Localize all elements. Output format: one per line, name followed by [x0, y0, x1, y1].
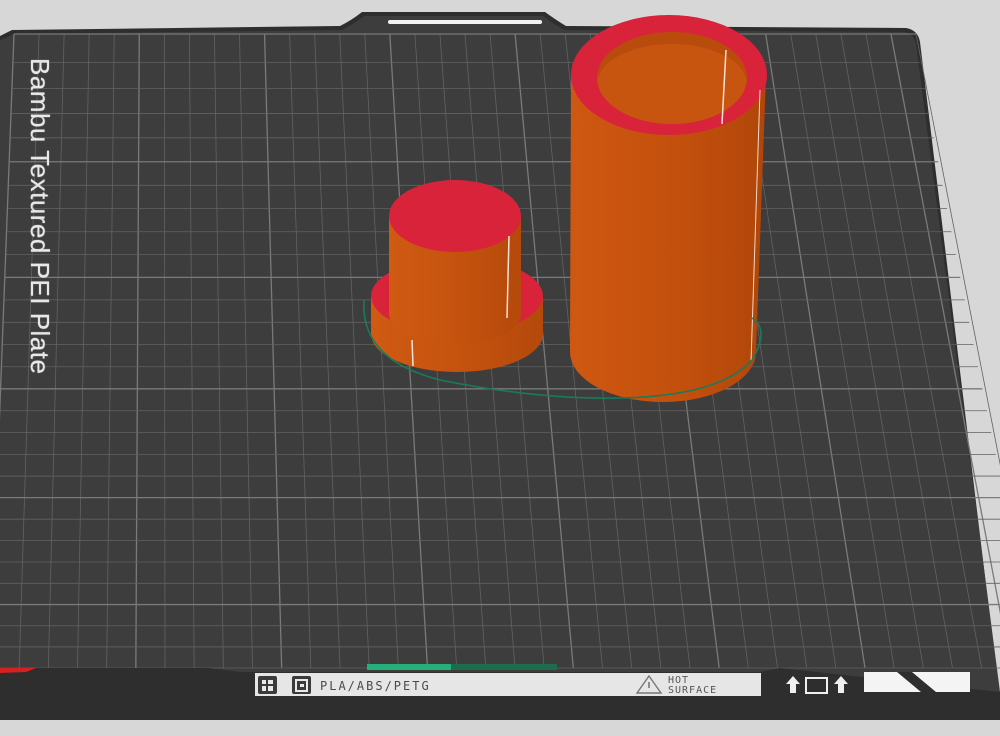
warning-triangle-mark [648, 682, 650, 688]
seam-line [411, 339, 414, 367]
warning-line-2: SURFACE [668, 685, 718, 696]
build-plate-scene[interactable] [0, 0, 1000, 736]
plate-title: Bambu Textured PEI Plate [25, 58, 55, 375]
grid-icon [258, 676, 277, 694]
plate-handle-mark [388, 20, 542, 24]
hollow-tube[interactable] [570, 15, 767, 402]
bambu-logo-inner [300, 684, 304, 687]
3d-viewport[interactable]: Bambu Textured PEI Plate PLA/ABS/PETG HO… [0, 0, 1000, 736]
stepped-cylinder[interactable] [371, 180, 543, 372]
hot-surface-warning: HOT SURFACE [668, 676, 758, 696]
bed-materials-label: PLA/ABS/PETG [320, 679, 431, 693]
bottom-green-strip-bright [367, 664, 451, 670]
upper-cylinder-top [389, 180, 521, 252]
